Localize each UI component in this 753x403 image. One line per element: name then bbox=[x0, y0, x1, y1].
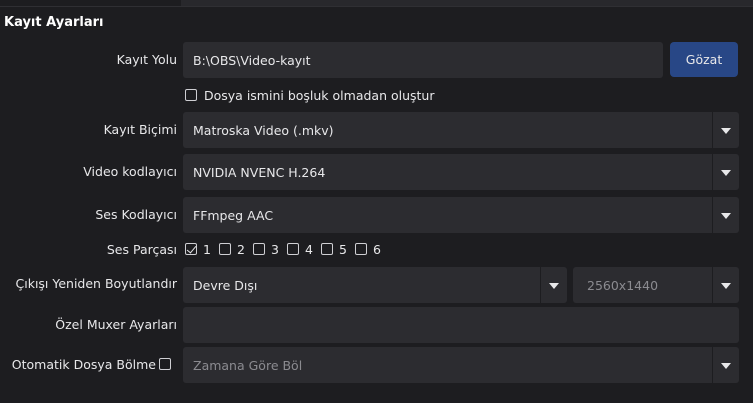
chevron-down-icon bbox=[712, 267, 739, 303]
audio-track-3-label: 3 bbox=[271, 242, 279, 257]
chevron-down-icon bbox=[712, 154, 739, 190]
audio-encoder-label: Ses Kodlayıcı bbox=[95, 207, 177, 222]
custom-muxer-input[interactable] bbox=[183, 307, 739, 343]
rescale-resolution-value: 2560x1440 bbox=[587, 277, 659, 293]
recording-path-label: Kayıt Yolu bbox=[116, 52, 177, 67]
video-encoder-label: Video kodlayıcı bbox=[83, 164, 177, 179]
chevron-down-icon bbox=[712, 112, 739, 148]
recording-path-value: B:\OBS\Video-kayıt bbox=[193, 52, 311, 68]
audio-track-4-label: 4 bbox=[305, 242, 313, 257]
rescale-output-label: Çıkışı Yeniden Boyutlandır bbox=[15, 276, 178, 291]
audio-encoder-dropdown[interactable]: FFmpeg AAC bbox=[183, 197, 739, 233]
audio-track-6-label: 6 bbox=[373, 242, 381, 257]
audio-encoder-value: FFmpeg AAC bbox=[193, 207, 274, 223]
audio-track-2-checkbox[interactable] bbox=[219, 243, 231, 255]
audio-track-5-checkbox[interactable] bbox=[321, 243, 333, 255]
audio-track-1-label: 1 bbox=[203, 242, 211, 257]
audio-track-6-checkbox[interactable] bbox=[355, 243, 367, 255]
chevron-down-icon bbox=[540, 267, 567, 303]
auto-split-dropdown[interactable]: Zamana Göre Böl bbox=[183, 347, 739, 383]
no-space-filename-checkbox[interactable] bbox=[185, 89, 197, 101]
audio-track-5-label: 5 bbox=[339, 242, 347, 257]
browse-button[interactable]: Gözat bbox=[670, 42, 738, 77]
audio-track-2-label: 2 bbox=[237, 242, 245, 257]
recording-path-input[interactable]: B:\OBS\Video-kayıt bbox=[183, 42, 663, 78]
chevron-down-icon bbox=[712, 197, 739, 233]
rescale-resolution-dropdown[interactable]: 2560x1440 bbox=[573, 267, 739, 303]
panel-edge bbox=[0, 0, 181, 6]
auto-split-checkbox[interactable] bbox=[159, 358, 171, 370]
video-encoder-dropdown[interactable]: NVIDIA NVENC H.264 bbox=[183, 154, 739, 190]
audio-track-label: Ses Parçası bbox=[106, 242, 177, 257]
previous-section-panel bbox=[0, 0, 753, 7]
section-title: Kayıt Ayarları bbox=[4, 15, 104, 30]
video-encoder-value: NVIDIA NVENC H.264 bbox=[193, 164, 326, 180]
custom-muxer-label: Özel Muxer Ayarları bbox=[55, 317, 177, 332]
recording-format-dropdown[interactable]: Matroska Video (.mkv) bbox=[183, 112, 739, 148]
audio-track-1-checkbox[interactable] bbox=[185, 243, 197, 255]
auto-split-label: Otomatik Dosya Bölme bbox=[11, 357, 156, 372]
recording-format-label: Kayıt Biçimi bbox=[103, 122, 177, 137]
rescale-output-value: Devre Dışı bbox=[193, 277, 258, 293]
chevron-down-icon bbox=[712, 347, 739, 383]
auto-split-value: Zamana Göre Böl bbox=[193, 357, 303, 373]
audio-track-4-checkbox[interactable] bbox=[287, 243, 299, 255]
rescale-output-dropdown[interactable]: Devre Dışı bbox=[183, 267, 567, 303]
recording-format-value: Matroska Video (.mkv) bbox=[193, 122, 334, 138]
no-space-filename-label: Dosya ismini boşluk olmadan oluştur bbox=[204, 88, 435, 103]
audio-track-3-checkbox[interactable] bbox=[253, 243, 265, 255]
